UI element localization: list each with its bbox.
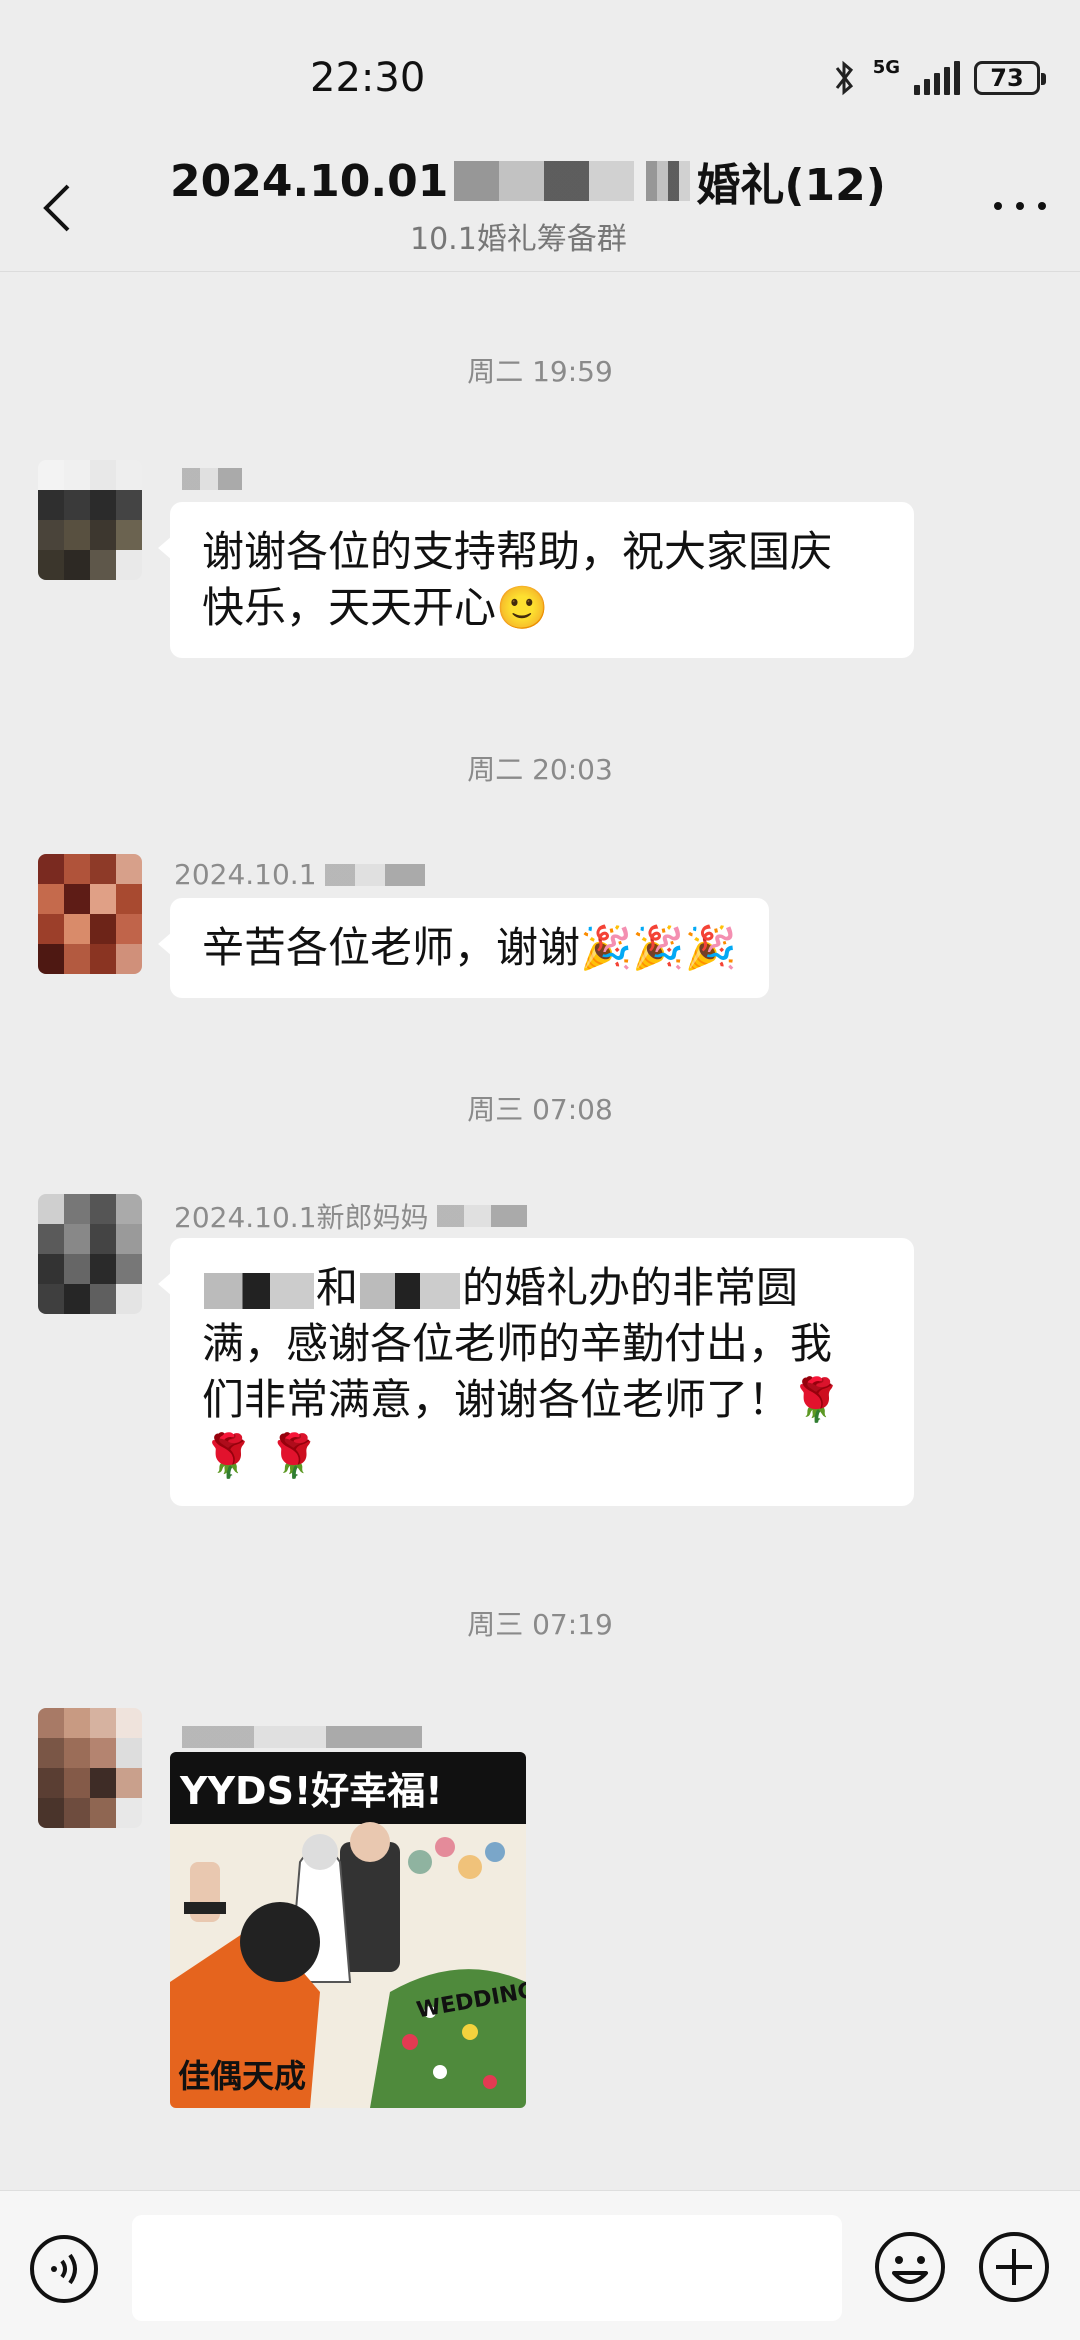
message-text: 辛苦各位老师，谢谢🎉🎉🎉 (202, 923, 737, 972)
signal-icon (914, 61, 960, 95)
status-icons: 5G 73 (829, 57, 1046, 98)
sender-redacted (182, 468, 242, 490)
message-bubble[interactable]: 辛苦各位老师，谢谢🎉🎉🎉 (158, 898, 769, 998)
title-redacted-2 (646, 161, 691, 201)
message-text: 和 (316, 1263, 359, 1312)
timestamp: 周二 19:59 (467, 355, 613, 388)
image-message[interactable]: YYDS!好幸福! WEDDING 佳偶天成 (170, 1752, 526, 2108)
message-text: 🌹 🌹 (202, 1431, 320, 1480)
sender-redacted (324, 863, 425, 886)
sender-label: 2024.10.1新郎妈妈 (174, 1201, 429, 1234)
avatar[interactable] (38, 854, 142, 974)
avatar[interactable] (38, 1194, 142, 1314)
message-text: 满，感谢各位老师的辛勤付出，我 (202, 1319, 833, 1368)
redacted-name (204, 1272, 314, 1309)
message-input[interactable] (132, 2215, 842, 2321)
title-suffix: 婚礼(12) (696, 160, 886, 211)
bluetooth-icon (835, 60, 853, 96)
battery-icon: 73 (974, 61, 1046, 95)
message-text: 谢谢各位的支持帮助，祝大家国庆 (202, 527, 833, 576)
sender-name (174, 468, 242, 490)
message-text: 快乐，天天开心🙂 (202, 583, 549, 632)
message-text: 们非常满意，谢谢各位老师了！🌹 (202, 1375, 843, 1424)
sender-name: 2024.10.1 (174, 858, 425, 891)
more-dots-icon[interactable] (990, 196, 1050, 216)
plus-icon[interactable] (976, 2229, 1052, 2305)
chevron-left-icon[interactable] (38, 180, 78, 236)
timestamp: 周三 07:08 (467, 1093, 613, 1126)
sender-redacted (436, 1205, 527, 1227)
image-text-bottom: 佳偶天成 (178, 2057, 306, 2095)
wedding-illustration: YYDS!好幸福! WEDDING 佳偶天成 (170, 1752, 526, 2108)
chat-subtitle: 10.1婚礼筹备群 (410, 222, 627, 257)
chat-title: 2024.10.01 婚礼(12) (170, 150, 886, 212)
sender-label: 2024.10.1 (174, 858, 317, 891)
status-bar: 22:30 5G 73 (0, 0, 1080, 150)
battery-level: 73 (990, 64, 1024, 92)
input-bar (0, 2190, 1080, 2340)
image-text-top: YYDS!好幸福! (179, 1769, 443, 1813)
network-label: 5G (872, 57, 900, 78)
voice-icon[interactable] (28, 2233, 100, 2305)
avatar[interactable] (38, 1708, 142, 1828)
sender-name (174, 1726, 422, 1748)
sender-redacted (182, 1726, 422, 1748)
smiley-icon[interactable] (872, 2229, 948, 2305)
message-bubble[interactable]: 谢谢各位的支持帮助，祝大家国庆 快乐，天天开心🙂 (158, 502, 914, 658)
avatar[interactable] (38, 460, 142, 580)
message-text-line: 和 的婚礼办的非常圆 (202, 1260, 882, 1316)
chat-header: 2024.10.01 婚礼(12) 10.1婚礼筹备群 (0, 150, 1080, 272)
status-time: 22:30 (310, 55, 426, 101)
timestamp: 周三 07:19 (467, 1608, 613, 1641)
title-prefix: 2024.10.01 (170, 155, 449, 207)
message-bubble[interactable]: 和 的婚礼办的非常圆 满，感谢各位老师的辛勤付出，我 们非常满意，谢谢各位老师了！… (158, 1238, 914, 1506)
redacted-name (360, 1272, 461, 1309)
message-text: 的婚礼办的非常圆 (462, 1263, 799, 1312)
timestamp: 周二 20:03 (467, 753, 613, 786)
sender-name: 2024.10.1新郎妈妈 (174, 1196, 527, 1236)
title-redacted (454, 161, 635, 201)
